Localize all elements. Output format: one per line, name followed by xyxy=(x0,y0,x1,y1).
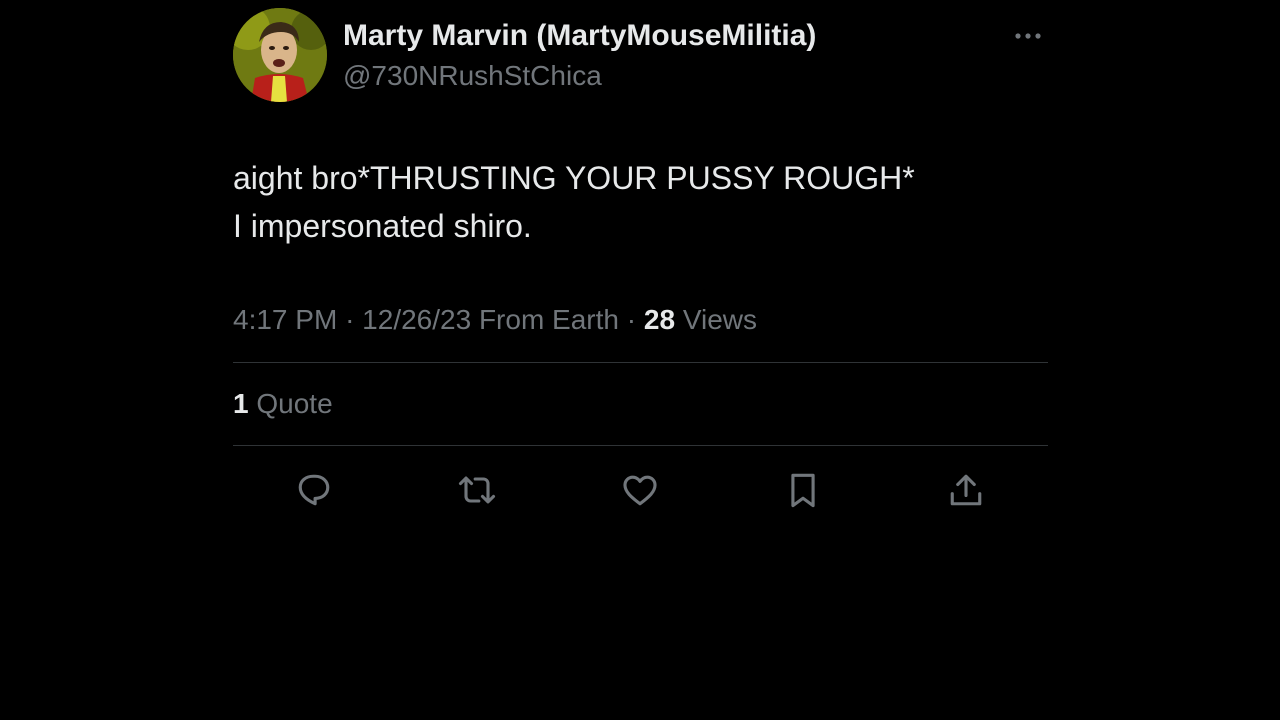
tweet-date[interactable]: 12/26/23 xyxy=(362,304,471,335)
reply-icon[interactable] xyxy=(292,468,336,512)
quote-label: Quote xyxy=(256,388,333,419)
quotes-link[interactable]: 1 Quote xyxy=(233,385,333,423)
tweet-text-line: aight bro*THRUSTING YOUR PUSSY ROUGH* xyxy=(233,160,915,196)
tweet-text-line: I impersonated shiro. xyxy=(233,208,532,244)
divider xyxy=(233,362,1048,363)
retweet-icon[interactable] xyxy=(455,468,499,512)
profile-photo xyxy=(233,8,327,102)
more-options-icon[interactable] xyxy=(1012,26,1044,46)
author-names: Marty Marvin (MartyMouseMilitia) @730NRu… xyxy=(343,18,816,94)
tweet-time[interactable]: 4:17 PM xyxy=(233,304,337,335)
views-label: Views xyxy=(682,304,757,335)
heart-icon[interactable] xyxy=(618,468,662,512)
tweet-meta: 4:17 PM · 12/26/23 From Earth · 28 Views xyxy=(233,301,757,339)
avatar[interactable] xyxy=(233,8,327,102)
action-bar xyxy=(233,468,1048,514)
share-icon[interactable] xyxy=(944,468,988,512)
tweet-header: Marty Marvin (MartyMouseMilitia) @730NRu… xyxy=(233,8,1048,104)
meta-separator: · xyxy=(626,304,637,335)
quote-count: 1 xyxy=(233,388,249,419)
views-count: 28 xyxy=(643,304,676,335)
meta-separator: · xyxy=(345,304,355,335)
author-display-name[interactable]: Marty Marvin (MartyMouseMilitia) xyxy=(343,18,816,54)
tweet-location: From Earth xyxy=(478,304,619,335)
tweet-text: aight bro*THRUSTING YOUR PUSSY ROUGH* I … xyxy=(233,154,915,250)
bookmark-icon[interactable] xyxy=(781,468,825,512)
divider xyxy=(233,445,1048,446)
author-handle[interactable]: @730NRushStChica xyxy=(343,58,816,94)
